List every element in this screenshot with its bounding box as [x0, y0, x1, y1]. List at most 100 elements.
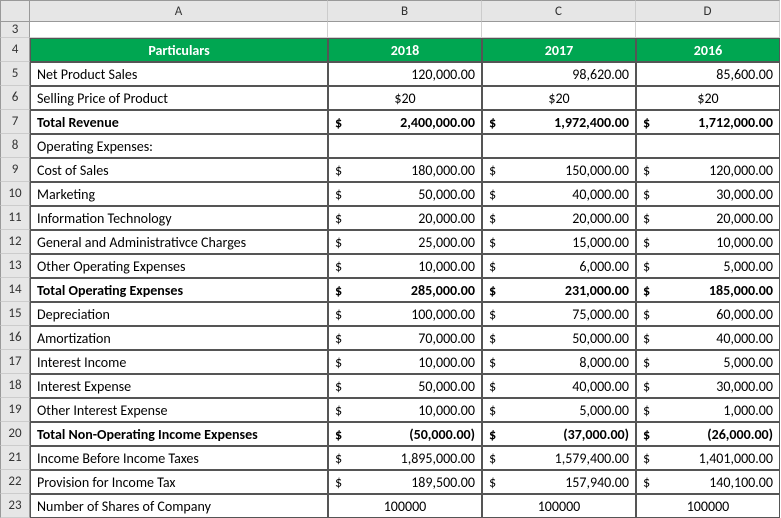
cell-value[interactable]: $30,000.00	[636, 182, 780, 206]
cell-value[interactable]: 98,620.00	[482, 62, 636, 86]
cell-value[interactable]: $2,400,000.00	[328, 110, 482, 134]
cell-value[interactable]: $185,000.00	[636, 278, 780, 302]
cell-value[interactable]: $70,000.00	[328, 326, 482, 350]
cell-value[interactable]	[636, 134, 780, 158]
row-header-15[interactable]: 15	[0, 302, 30, 326]
cell-blank[interactable]	[636, 22, 780, 38]
cell-value[interactable]: $60,000.00	[636, 302, 780, 326]
cell-value[interactable]: $5,000.00	[636, 254, 780, 278]
cell-value[interactable]: $180,000.00	[328, 158, 482, 182]
cell-value[interactable]: $8,000.00	[482, 350, 636, 374]
col-header-d[interactable]: D	[636, 0, 780, 22]
row-label[interactable]: Total Non-Operating Income Expenses	[30, 422, 328, 446]
cell-value[interactable]: $140,100.00	[636, 470, 780, 494]
row-label[interactable]: Operating Expenses:	[30, 134, 328, 158]
cell-value[interactable]: $20,000.00	[636, 206, 780, 230]
spreadsheet[interactable]: ABCD34Particulars2018201720165Net Produc…	[0, 0, 781, 518]
cell-value[interactable]: $6,000.00	[482, 254, 636, 278]
cell-value[interactable]: $285,000.00	[328, 278, 482, 302]
header-2017[interactable]: 2017	[482, 38, 636, 62]
row-label[interactable]: Income Before Income Taxes	[30, 446, 328, 470]
col-header-c[interactable]: C	[482, 0, 636, 22]
row-label[interactable]: Other Operating Expenses	[30, 254, 328, 278]
row-label[interactable]: Marketing	[30, 182, 328, 206]
cell-value[interactable]: $75,000.00	[482, 302, 636, 326]
row-header-4[interactable]: 4	[0, 38, 30, 62]
cell-value[interactable]: $100,000.00	[328, 302, 482, 326]
row-label[interactable]: Provision for Income Tax	[30, 470, 328, 494]
row-header-23[interactable]: 23	[0, 494, 30, 518]
cell-blank[interactable]	[328, 22, 482, 38]
cell-value[interactable]: $1,895,000.00	[328, 446, 482, 470]
cell-value[interactable]: 120,000.00	[328, 62, 482, 86]
row-label[interactable]: General and Administrativce Charges	[30, 230, 328, 254]
cell-value[interactable]: 100000	[328, 494, 482, 518]
row-label[interactable]: Total Operating Expenses	[30, 278, 328, 302]
cell-value[interactable]: $15,000.00	[482, 230, 636, 254]
row-header-7[interactable]: 7	[0, 110, 30, 134]
cell-value[interactable]: $25,000.00	[328, 230, 482, 254]
cell-value[interactable]: $1,401,000.00	[636, 446, 780, 470]
cell-value[interactable]: $20	[482, 86, 636, 110]
cell-value[interactable]: $120,000.00	[636, 158, 780, 182]
cell-value[interactable]: $1,972,400.00	[482, 110, 636, 134]
cell-value[interactable]: $40,000.00	[482, 182, 636, 206]
cell-value[interactable]: $10,000.00	[328, 350, 482, 374]
row-label[interactable]: Interest Income	[30, 350, 328, 374]
cell-value[interactable]: $20,000.00	[328, 206, 482, 230]
cell-value[interactable]	[482, 134, 636, 158]
cell-value[interactable]: $30,000.00	[636, 374, 780, 398]
cell-value[interactable]: $40,000.00	[482, 374, 636, 398]
header-particulars[interactable]: Particulars	[30, 38, 328, 62]
cell-value[interactable]: $150,000.00	[482, 158, 636, 182]
header-2016[interactable]: 2016	[636, 38, 780, 62]
row-header-21[interactable]: 21	[0, 446, 30, 470]
cell-value[interactable]: $(26,000.00)	[636, 422, 780, 446]
header-2018[interactable]: 2018	[328, 38, 482, 62]
cell-value[interactable]: $157,940.00	[482, 470, 636, 494]
cell-value[interactable]: 100000	[636, 494, 780, 518]
cell-value[interactable]: $(50,000.00)	[328, 422, 482, 446]
row-label[interactable]: Net Product Sales	[30, 62, 328, 86]
cell-value[interactable]: $50,000.00	[328, 182, 482, 206]
cell-value[interactable]	[328, 134, 482, 158]
cell-value[interactable]: 85,600.00	[636, 62, 780, 86]
row-label[interactable]: Depreciation	[30, 302, 328, 326]
row-label[interactable]: Amortization	[30, 326, 328, 350]
row-label[interactable]: Selling Price of Product	[30, 86, 328, 110]
row-label[interactable]: Total Revenue	[30, 110, 328, 134]
row-header-12[interactable]: 12	[0, 230, 30, 254]
row-header-18[interactable]: 18	[0, 374, 30, 398]
row-header-8[interactable]: 8	[0, 134, 30, 158]
row-label[interactable]: Cost of Sales	[30, 158, 328, 182]
cell-value[interactable]: $5,000.00	[482, 398, 636, 422]
row-label[interactable]: Information Technology	[30, 206, 328, 230]
row-label[interactable]: Interest Expense	[30, 374, 328, 398]
row-header-14[interactable]: 14	[0, 278, 30, 302]
row-header-13[interactable]: 13	[0, 254, 30, 278]
cell-value[interactable]: $40,000.00	[636, 326, 780, 350]
row-label[interactable]: Number of Shares of Company	[30, 494, 328, 518]
cell-value[interactable]: $20,000.00	[482, 206, 636, 230]
row-header-9[interactable]: 9	[0, 158, 30, 182]
row-header-10[interactable]: 10	[0, 182, 30, 206]
row-header-17[interactable]: 17	[0, 350, 30, 374]
row-header-19[interactable]: 19	[0, 398, 30, 422]
cell-value[interactable]: $1,579,400.00	[482, 446, 636, 470]
cell-value[interactable]: $10,000.00	[328, 398, 482, 422]
row-header-22[interactable]: 22	[0, 470, 30, 494]
cell-value[interactable]: $20	[636, 86, 780, 110]
cell-value[interactable]: $(37,000.00)	[482, 422, 636, 446]
cell-value[interactable]: $50,000.00	[482, 326, 636, 350]
cell-value[interactable]: $231,000.00	[482, 278, 636, 302]
cell-value[interactable]: $10,000.00	[636, 230, 780, 254]
row-label[interactable]: Other Interest Expense	[30, 398, 328, 422]
col-header-a[interactable]: A	[30, 0, 328, 22]
cell-blank[interactable]	[30, 22, 328, 38]
cell-value[interactable]: $5,000.00	[636, 350, 780, 374]
cell-value[interactable]: $10,000.00	[328, 254, 482, 278]
cell-value[interactable]: $1,712,000.00	[636, 110, 780, 134]
row-header-11[interactable]: 11	[0, 206, 30, 230]
cell-value[interactable]: $50,000.00	[328, 374, 482, 398]
col-header-b[interactable]: B	[328, 0, 482, 22]
